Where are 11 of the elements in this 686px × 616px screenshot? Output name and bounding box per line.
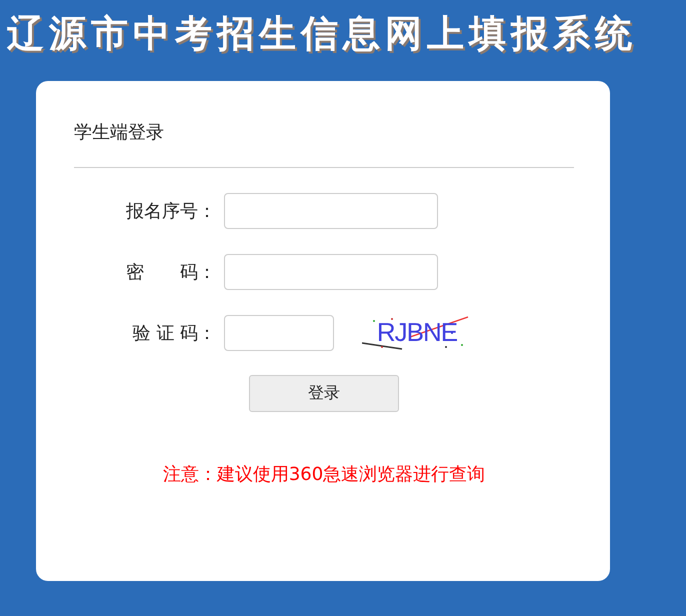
field-label: 报名序号：	[125, 200, 217, 222]
field-label: 密 码：	[125, 260, 217, 284]
page-title: 辽源市中考招生信息网上填报系统	[6, 11, 638, 57]
captcha-image[interactable]: RJBNE	[362, 312, 472, 352]
captcha-field[interactable]	[224, 314, 334, 350]
login-button[interactable]: 登录	[249, 375, 399, 412]
panel-heading: 学生端登录	[74, 121, 165, 145]
notice-text: 注意：建议使用360急速浏览器进行查询	[162, 463, 486, 486]
field-label: 验 证 码：	[132, 322, 217, 344]
password-field[interactable]	[224, 254, 438, 290]
registration-number-field[interactable]	[224, 192, 438, 228]
